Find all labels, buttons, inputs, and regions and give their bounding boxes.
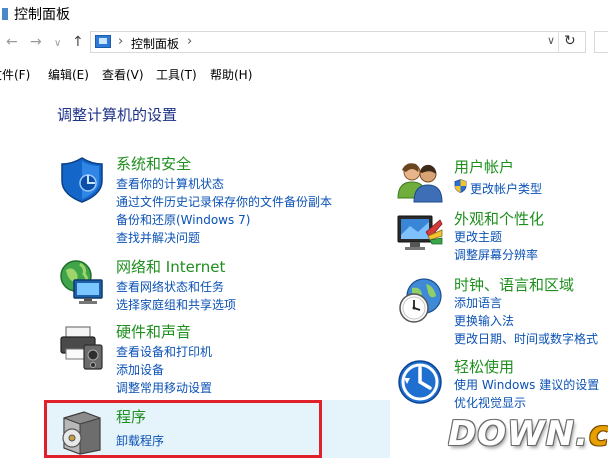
recent-locations-chevron-icon[interactable]: ∨ [54, 36, 61, 52]
printer-speaker-icon [60, 326, 103, 370]
users-icon [397, 163, 443, 203]
up-arrow-icon[interactable]: ↑ [72, 34, 84, 50]
category-link[interactable]: 添加语言 [454, 294, 502, 311]
category-link[interactable]: 调整常用移动设置 [116, 379, 212, 396]
category-link[interactable]: 查看设备和打印机 [116, 343, 212, 360]
uac-shield-icon [454, 179, 467, 193]
clock-globe-icon [399, 278, 442, 323]
back-arrow-icon[interactable]: ← [6, 34, 18, 50]
refresh-icon[interactable]: ↻ [564, 33, 576, 49]
category-link[interactable]: 查找并解决问题 [116, 229, 200, 246]
category-link[interactable]: 查看你的计算机状态 [116, 175, 224, 192]
control-panel-icon [95, 35, 111, 48]
category-title[interactable]: 网络和 Internet [116, 256, 225, 277]
category-link[interactable]: 更换输入法 [454, 312, 514, 329]
site-watermark-logo: DOWN.cc [448, 414, 608, 454]
control-panel-window-icon [2, 8, 8, 20]
breadcrumb-separator-icon[interactable]: › [118, 34, 123, 49]
change-account-type-link[interactable]: 更改帐户类型 [470, 180, 542, 197]
category-title[interactable]: 时钟、语言和区域 [454, 274, 574, 295]
category-title[interactable]: 硬件和声音 [116, 321, 191, 342]
watermark-main-text: DOWN. [448, 414, 589, 454]
menu-edit[interactable]: 编辑(E) [48, 66, 89, 83]
category-link[interactable]: 更改日期、时间或数字格式 [454, 330, 598, 347]
menu-tools[interactable]: 工具(T) [156, 66, 197, 83]
category-title[interactable]: 用户帐户 [454, 156, 514, 177]
category-title[interactable]: 外观和个性化 [454, 208, 544, 229]
title-bar: 控制面板 [0, 0, 608, 28]
page-title: 调整计算机的设置 [57, 106, 178, 124]
shield-icon [61, 157, 103, 203]
category-link[interactable]: 选择家庭组和共享选项 [116, 296, 236, 313]
category-link[interactable]: 调整屏幕分辨率 [454, 246, 538, 263]
network-globe-icon [60, 260, 103, 304]
forward-arrow-icon[interactable]: → [30, 34, 42, 50]
category-link[interactable]: 查看网络状态和任务 [116, 278, 224, 295]
category-link[interactable]: 添加设备 [116, 361, 164, 378]
address-dropdown-chevron-icon[interactable]: ∨ [547, 34, 555, 47]
address-bar[interactable]: › 控制面板 › ∨ [90, 31, 586, 53]
window-title: 控制面板 [14, 7, 70, 23]
search-input[interactable] [594, 31, 608, 53]
category-title[interactable]: 系统和安全 [116, 153, 191, 174]
menu-file[interactable]: 文件(F) [0, 66, 30, 83]
category-link[interactable]: 备份和还原(Windows 7) [116, 211, 250, 228]
menu-bar: 文件(F) 编辑(E) 查看(V) 工具(T) 帮助(H) [0, 62, 608, 84]
breadcrumb-separator-icon[interactable]: › [187, 34, 192, 49]
address-divider [558, 32, 559, 52]
ease-of-access-icon [398, 360, 442, 404]
programs-highlight-frame [44, 400, 322, 458]
monitor-palette-icon [397, 215, 443, 250]
category-title[interactable]: 轻松使用 [454, 356, 514, 377]
category-link[interactable]: 优化视觉显示 [454, 394, 526, 411]
category-link[interactable]: 通过文件历史记录保存你的文件备份副本 [116, 193, 332, 210]
watermark-tld-text: cc [589, 414, 608, 454]
breadcrumb-control-panel[interactable]: 控制面板 [131, 35, 179, 52]
menu-help[interactable]: 帮助(H) [210, 66, 252, 83]
category-link[interactable]: 更改主题 [454, 228, 502, 245]
menu-view[interactable]: 查看(V) [102, 66, 144, 83]
category-link[interactable]: 使用 Windows 建议的设置 [454, 376, 599, 393]
